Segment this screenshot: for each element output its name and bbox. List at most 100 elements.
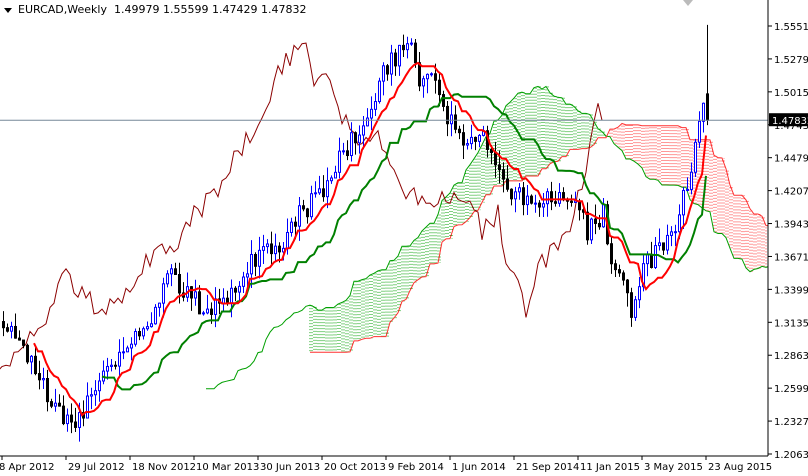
bearish-candle	[622, 272, 625, 281]
bearish-candle	[198, 291, 201, 315]
bullish-candle	[122, 351, 125, 354]
bullish-candle	[374, 101, 377, 110]
y-tick-label: 1.25990	[774, 384, 808, 395]
bearish-candle	[14, 325, 17, 339]
senkou-span-a-line	[206, 85, 768, 390]
plot-area	[0, 24, 768, 442]
bearish-candle	[226, 297, 229, 304]
bullish-candle	[350, 132, 353, 157]
bearish-candle	[270, 243, 273, 255]
bullish-candle	[546, 191, 549, 205]
senkou-span-b-line	[310, 122, 768, 353]
bullish-candle	[362, 125, 365, 136]
x-tick-label: 23 Aug 2015	[708, 462, 772, 473]
x-tick-label: 3 May 2015	[644, 462, 703, 473]
bullish-candle	[694, 141, 697, 173]
bullish-candle	[342, 150, 345, 153]
bearish-candle	[302, 205, 305, 210]
bullish-candle	[126, 347, 129, 353]
y-tick-label: 1.31350	[774, 318, 808, 329]
price-chart[interactable]: 1.555101.527901.501501.474301.447901.420…	[0, 0, 808, 476]
bullish-candle	[634, 299, 637, 318]
bearish-candle	[6, 327, 9, 332]
bearish-candle	[34, 355, 37, 375]
chart-shift-triangle-icon	[683, 0, 693, 6]
bearish-candle	[490, 148, 493, 154]
bullish-candle	[450, 114, 453, 125]
bullish-candle	[514, 191, 517, 200]
bullish-candle	[214, 298, 217, 315]
bearish-candle	[18, 337, 21, 341]
x-tick-label: 21 Sep 2014	[516, 462, 579, 473]
bullish-candle	[150, 323, 153, 328]
bullish-candle	[298, 205, 301, 227]
bearish-candle	[62, 405, 65, 425]
y-tick-label: 1.44790	[774, 154, 808, 165]
bearish-candle	[538, 202, 541, 208]
bearish-candle	[626, 279, 629, 294]
bearish-candle	[438, 79, 441, 96]
bearish-candle	[138, 331, 141, 337]
bearish-candle	[322, 188, 325, 198]
y-tick-label: 1.28630	[774, 351, 808, 362]
kijun-sen-line	[101, 93, 707, 391]
bullish-candle	[30, 355, 33, 363]
bearish-candle	[26, 344, 29, 363]
bearish-candle	[2, 321, 5, 329]
bearish-candle	[278, 245, 281, 253]
bearish-candle	[58, 402, 61, 407]
x-tick-label: 18 Nov 2012	[132, 462, 196, 473]
high-value: 1.55599	[162, 3, 209, 16]
bullish-candle	[94, 390, 97, 396]
bullish-candle	[242, 276, 245, 287]
x-tick-label: 29 Jul 2012	[68, 462, 125, 473]
bullish-candle	[146, 326, 149, 330]
bullish-candle	[406, 43, 409, 51]
x-tick-label: 8 Apr 2012	[0, 462, 54, 473]
bearish-candle	[22, 339, 25, 346]
bullish-candle	[154, 306, 157, 325]
bullish-candle	[86, 395, 89, 419]
bullish-candle	[526, 195, 529, 206]
bearish-candle	[554, 201, 557, 204]
bullish-candle	[430, 73, 433, 76]
bullish-candle	[702, 102, 705, 122]
bearish-candle	[662, 242, 665, 251]
bullish-candle	[206, 308, 209, 314]
bullish-candle	[666, 234, 669, 251]
bearish-candle	[50, 401, 53, 407]
bullish-candle	[286, 231, 289, 249]
bullish-candle	[158, 302, 161, 308]
dropdown-triangle-icon[interactable]	[4, 7, 12, 13]
bullish-candle	[602, 204, 605, 228]
bearish-candle	[254, 254, 257, 267]
bullish-candle	[10, 325, 13, 332]
bullish-candle	[678, 214, 681, 233]
bearish-candle	[506, 178, 509, 190]
bullish-candle	[130, 343, 133, 349]
bearish-candle	[706, 93, 709, 121]
bearish-candle	[174, 268, 177, 275]
bullish-candle	[162, 283, 165, 304]
bearish-candle	[178, 273, 181, 294]
bullish-candle	[238, 285, 241, 293]
bullish-candle	[310, 193, 313, 218]
bullish-candle	[682, 189, 685, 216]
bullish-candle	[470, 136, 473, 145]
open-value: 1.49979	[113, 3, 160, 16]
bullish-candle	[134, 331, 137, 345]
bearish-candle	[446, 105, 449, 125]
bullish-candle	[326, 180, 329, 198]
x-tick-label: 10 Mar 2013	[196, 462, 259, 473]
bearish-candle	[650, 253, 653, 268]
bullish-candle	[534, 202, 537, 205]
bearish-candle	[614, 263, 617, 271]
bullish-candle	[478, 134, 481, 142]
chart-window[interactable]: EURCAD,Weekly 1.49979 1.55599 1.47429 1.…	[0, 0, 808, 476]
bullish-candle	[518, 187, 521, 193]
bearish-candle	[306, 208, 309, 218]
bearish-candle	[618, 269, 621, 274]
bullish-candle	[90, 394, 93, 397]
bullish-candle	[334, 171, 337, 179]
symbol-label: EURCAD,Weekly	[18, 3, 107, 16]
